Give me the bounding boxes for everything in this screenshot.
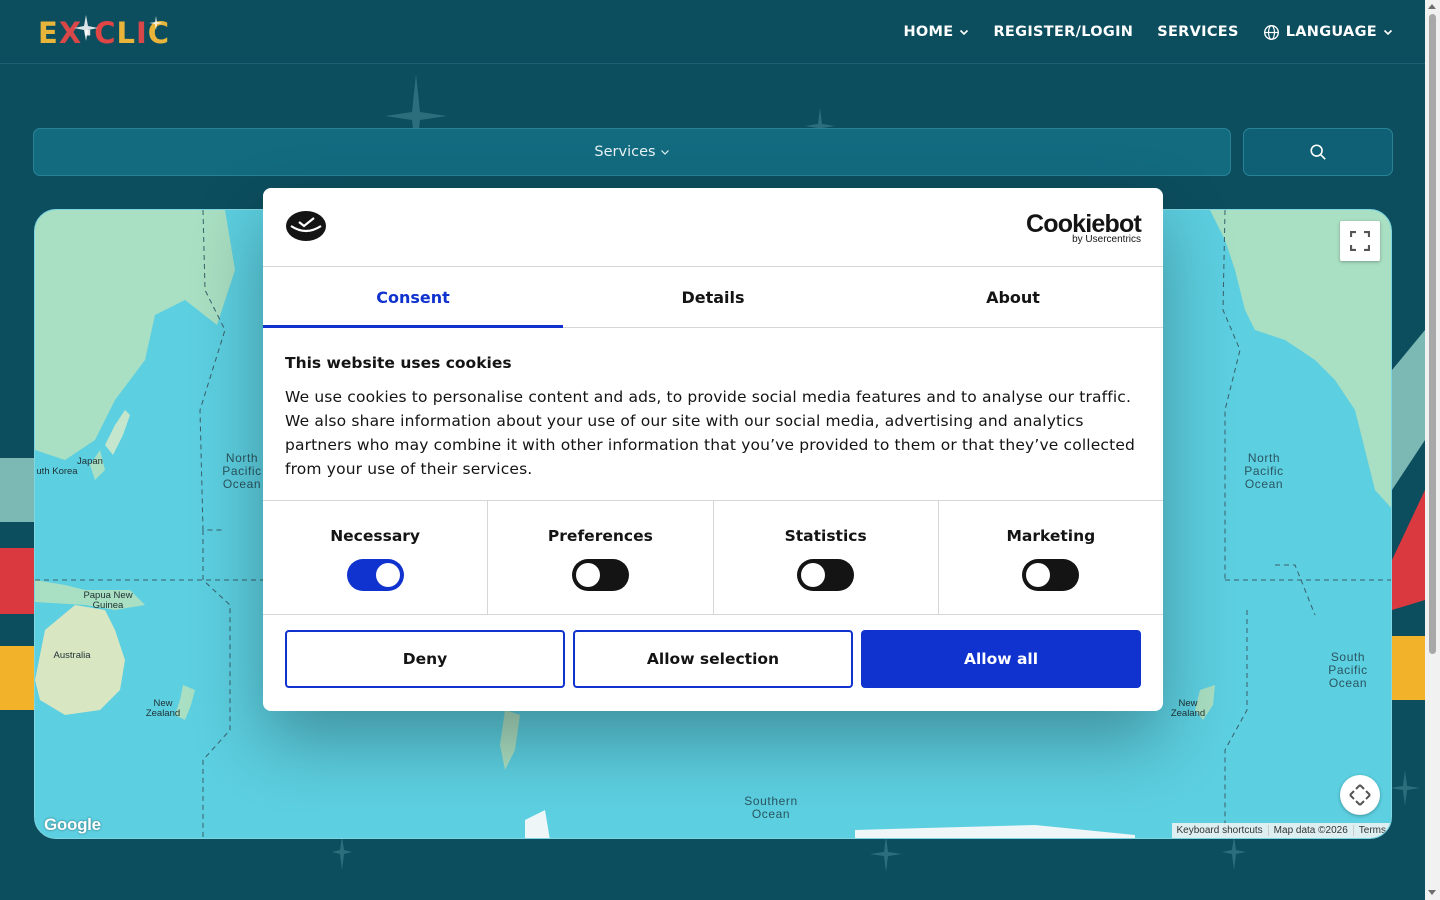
land-label-australia: Australia <box>53 650 91 661</box>
search-icon <box>1310 144 1326 160</box>
cookiebot-brand[interactable]: Cookiebot by Usercentrics <box>1026 211 1142 245</box>
toggle-necessary[interactable] <box>346 559 404 591</box>
land-label-new-zealand-right: New Zealand <box>1170 698 1206 719</box>
dialog-title: This website uses cookies <box>285 354 512 372</box>
nav-services[interactable]: SERVICES <box>1157 24 1239 40</box>
land-label-south-korea: uth Korea <box>36 466 78 477</box>
pan-arrows-icon <box>1349 784 1371 806</box>
toggle-group-necessary: Necessary <box>263 501 487 614</box>
decor-star-icon <box>1390 770 1420 806</box>
decor-stripe-teal-left <box>0 458 34 522</box>
search-button[interactable] <box>1243 128 1393 176</box>
chevron-down-icon <box>1383 29 1393 36</box>
map-attribution: Keyboard shortcuts Map data ©2026 Terms <box>1171 823 1391 838</box>
toggle-marketing[interactable] <box>1022 559 1080 591</box>
toggle-knob <box>801 563 826 587</box>
decor-star-icon <box>870 836 902 872</box>
dialog-tabs: Consent Details About <box>263 267 1163 328</box>
decor-stripe-red-left <box>0 548 34 614</box>
nav-services-label: SERVICES <box>1157 24 1239 40</box>
toggle-label-preferences: Preferences <box>547 527 653 545</box>
nav-language-label: LANGUAGE <box>1285 24 1377 40</box>
toggle-label-marketing: Marketing <box>1006 527 1096 545</box>
chevron-down-icon <box>660 150 669 155</box>
ocean-label-north-pacific-right: North Pacific Ocean <box>1244 451 1284 491</box>
services-select[interactable]: Services <box>33 128 1231 176</box>
toggle-knob <box>1026 563 1051 587</box>
scroll-down-arrow-icon[interactable] <box>1428 890 1436 895</box>
allow-all-button[interactable]: Allow all <box>861 630 1141 688</box>
toggle-label-statistics: Statistics <box>784 527 867 545</box>
decor-stripes-right <box>1392 330 1425 700</box>
keyboard-shortcuts-link[interactable]: Keyboard shortcuts <box>1172 825 1268 836</box>
tab-details[interactable]: Details <box>563 267 863 327</box>
toggle-statistics[interactable] <box>797 559 855 591</box>
nav-language[interactable]: LANGUAGE <box>1263 24 1393 41</box>
toggle-label-necessary: Necessary <box>330 527 421 545</box>
consent-toggles: Necessary Preferences Statistics Marketi… <box>263 501 1163 615</box>
nav-home[interactable]: HOME <box>903 24 969 40</box>
land-label-papua-new-guinea: Papua New Guinea <box>83 590 133 611</box>
nav-register-login[interactable]: REGISTER/LOGIN <box>993 24 1133 40</box>
page-scrollbar[interactable] <box>1425 0 1440 900</box>
tab-about[interactable]: About <box>863 267 1163 327</box>
map-camera-control-button[interactable] <box>1340 775 1380 815</box>
google-logo: Google <box>44 815 101 834</box>
land-label-new-zealand-left: New Zealand <box>145 698 181 719</box>
decor-star-icon <box>1222 836 1246 870</box>
scroll-up-arrow-icon[interactable] <box>1428 4 1436 9</box>
toggle-preferences[interactable] <box>571 559 629 591</box>
toggle-knob <box>575 563 600 587</box>
toggle-group-preferences: Preferences <box>487 501 712 614</box>
main-nav: HOME REGISTER/LOGIN SERVICES LANGUAGE <box>903 0 1393 64</box>
decor-stripe-yellow-left <box>0 646 34 710</box>
tab-consent[interactable]: Consent <box>263 267 563 328</box>
cookie-consent-dialog: Cookiebot by Usercentrics Consent Detail… <box>263 188 1163 711</box>
dialog-description: We use cookies to personalise content an… <box>285 388 1136 478</box>
site-logo-icon <box>286 211 326 241</box>
allow-selection-button[interactable]: Allow selection <box>573 630 853 688</box>
map-data-text: Map data ©2026 <box>1267 825 1353 836</box>
land-label-japan: Japan <box>77 456 103 467</box>
site-header: EX·CLIC HOME REGISTER/LOGIN SERVICES LAN… <box>0 0 1425 64</box>
dialog-buttons: Deny Allow selection Allow all <box>263 615 1163 688</box>
fullscreen-icon <box>1350 231 1370 251</box>
terms-link[interactable]: Terms <box>1352 825 1391 836</box>
globe-icon <box>1263 24 1279 40</box>
toggle-knob <box>375 563 400 587</box>
dialog-body: This website uses cookies We use cookies… <box>263 328 1163 501</box>
dialog-header: Cookiebot by Usercentrics <box>263 188 1163 267</box>
nav-home-label: HOME <box>903 24 954 40</box>
nav-register-login-label: REGISTER/LOGIN <box>993 24 1134 40</box>
services-select-label: Services <box>594 144 656 160</box>
ocean-label-south-pacific: South Pacific Ocean <box>1328 650 1368 690</box>
scrollbar-thumb[interactable] <box>1429 14 1436 654</box>
toggle-group-marketing: Marketing <box>937 501 1163 614</box>
exclic-logo[interactable]: EX·CLIC <box>38 12 170 52</box>
ocean-label-southern: Southern Ocean <box>744 794 798 821</box>
toggle-group-statistics: Statistics <box>712 501 938 614</box>
svg-text:EX·CLIC: EX·CLIC <box>38 16 170 50</box>
chevron-down-icon <box>960 29 969 36</box>
map-fullscreen-button[interactable] <box>1340 221 1380 261</box>
decor-star-icon <box>332 836 352 870</box>
deny-button[interactable]: Deny <box>285 630 565 688</box>
